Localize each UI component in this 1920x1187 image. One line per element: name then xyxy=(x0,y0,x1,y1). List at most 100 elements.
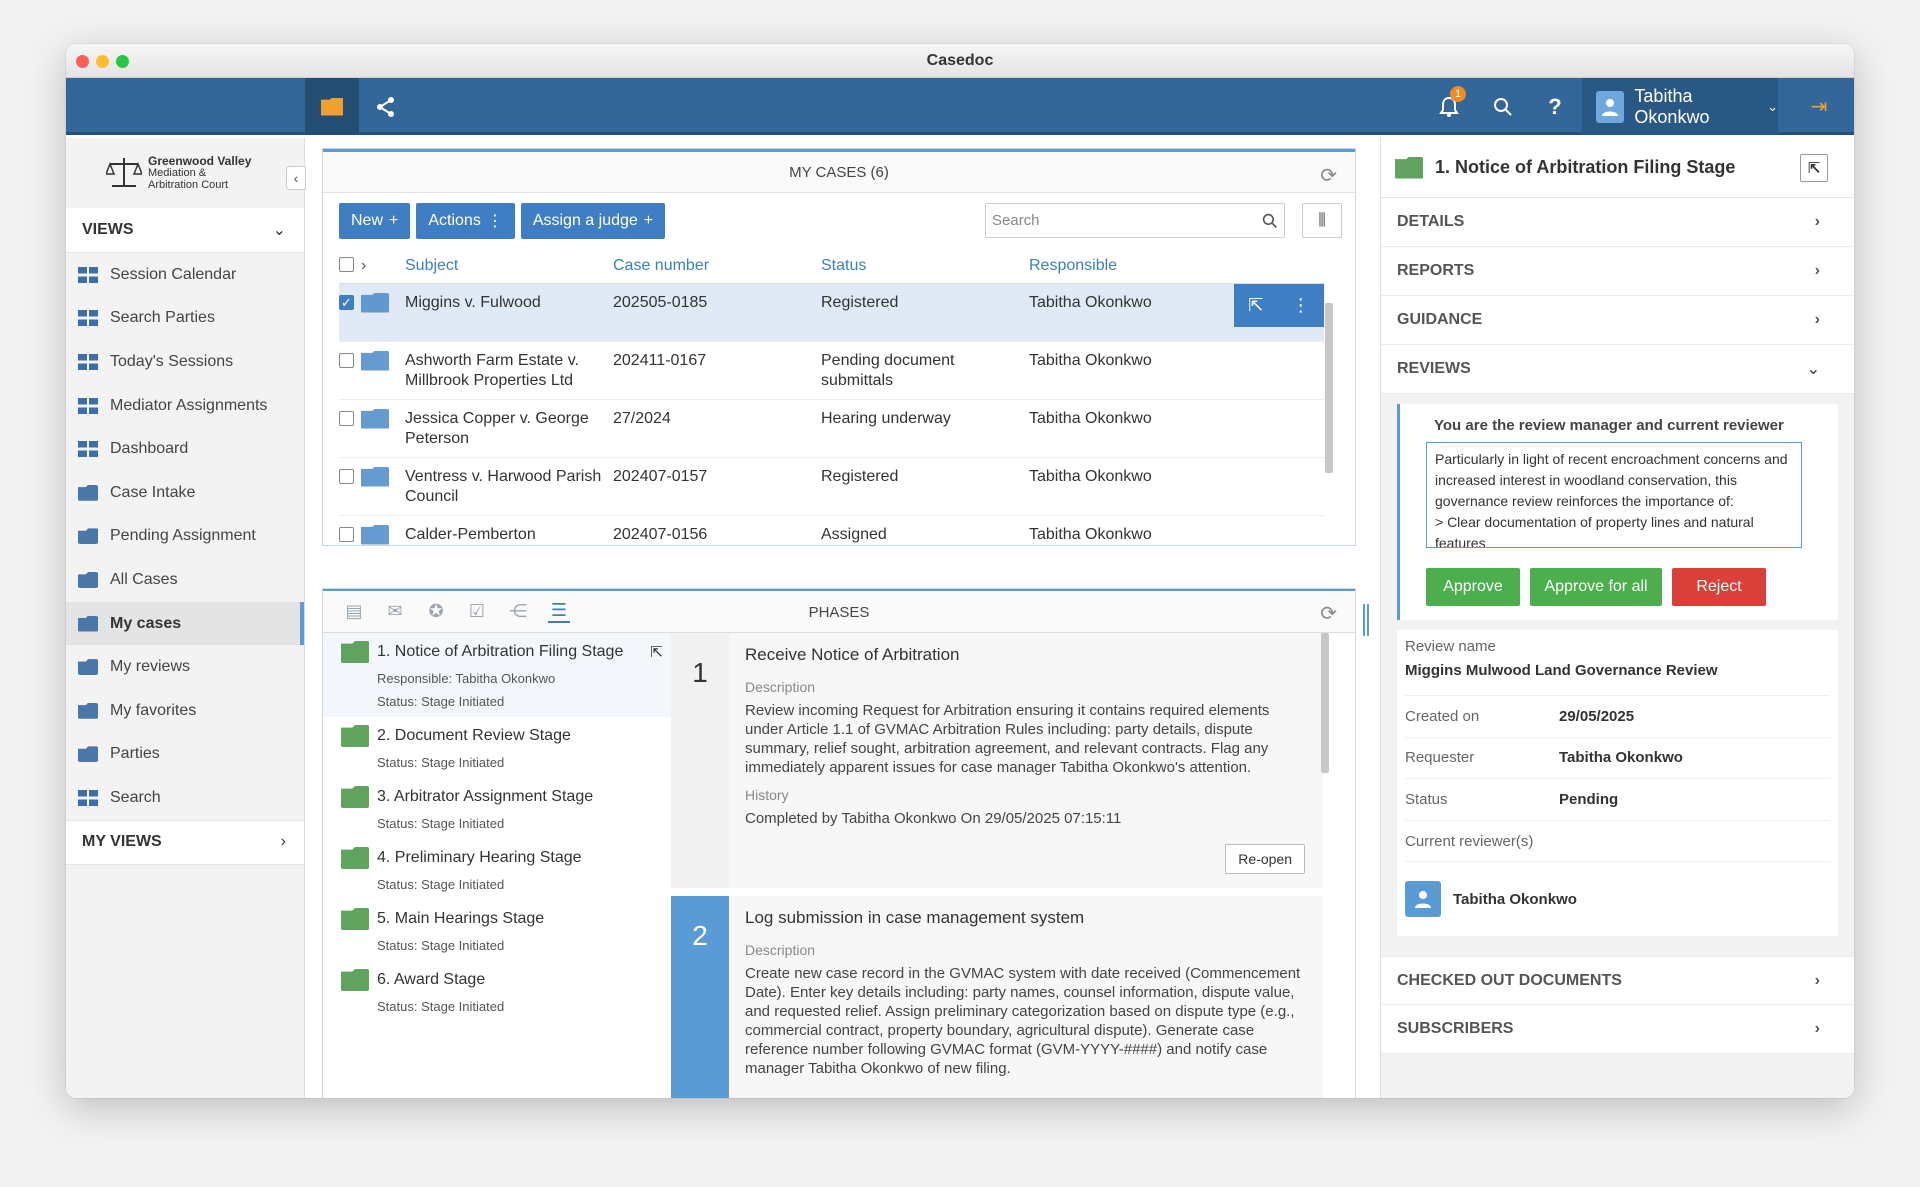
review-name-label: Review name xyxy=(1405,638,1496,655)
details-section[interactable]: DETAILS › xyxy=(1381,198,1854,247)
stage-item[interactable]: 6. Award Stage Status: Stage Initiated xyxy=(323,961,671,1022)
reports-section[interactable]: REPORTS › xyxy=(1381,247,1854,296)
user-icon xyxy=(78,659,98,676)
search-input[interactable]: Search xyxy=(985,203,1285,238)
open-external-icon[interactable]: ⇱ xyxy=(1248,295,1263,315)
phases-icon[interactable]: ☰ xyxy=(548,600,570,623)
col-subject[interactable]: Subject xyxy=(405,249,613,284)
search-button[interactable] xyxy=(1476,78,1530,135)
logout-button[interactable]: ⇥ xyxy=(1792,78,1846,135)
row-checkbox[interactable] xyxy=(339,410,354,426)
guidance-section[interactable]: GUIDANCE › xyxy=(1381,296,1854,345)
table-row[interactable]: Ventress v. Harwood Parish Council 202407… xyxy=(339,457,1324,516)
sidebar-item-all-cases[interactable]: All Cases xyxy=(66,558,304,602)
stage-folder-icon xyxy=(341,641,369,663)
cell-subject[interactable]: Calder-Pemberton xyxy=(405,515,613,545)
views-section-header[interactable]: VIEWS ⌄ xyxy=(66,208,304,253)
open-external-icon[interactable]: ⇱ xyxy=(650,643,663,661)
cell-subject[interactable]: Jessica Copper v. George Peterson xyxy=(405,399,613,458)
sidebar-item-case-intake[interactable]: Case Intake xyxy=(66,471,304,515)
documents-icon[interactable]: ▤ xyxy=(343,601,365,622)
app-window: Casedoc 1 ? Tabitha Okonkwo ⌄ ⇥ Greenwoo… xyxy=(66,44,1854,1098)
sidebar-item-label: Session Calendar xyxy=(110,265,237,283)
cell-subject[interactable]: Ventress v. Harwood Parish Council xyxy=(405,457,613,516)
sidebar-item-search-parties[interactable]: Search Parties xyxy=(66,297,304,341)
cases-scrollbar[interactable] xyxy=(1325,303,1333,473)
star-icon[interactable]: ✪ xyxy=(425,601,447,622)
sidebar-item-pending-assignment[interactable]: Pending Assignment xyxy=(66,515,304,559)
created-value: 29/05/2025 xyxy=(1559,707,1635,725)
actions-button[interactable]: Actions ⋮ xyxy=(416,203,515,239)
cases-nav-button[interactable] xyxy=(305,78,359,135)
col-case-number[interactable]: Case number xyxy=(613,249,821,284)
reviewer-item[interactable]: Tabitha Okonkwo xyxy=(1405,862,1830,936)
expand-all-icon[interactable]: › xyxy=(361,249,405,284)
sidebar-item-my-reviews[interactable]: My reviews xyxy=(66,645,304,689)
minimize-window-button[interactable] xyxy=(96,55,109,68)
notifications-button[interactable]: 1 xyxy=(1422,78,1476,135)
tasks-scrollbar[interactable] xyxy=(1321,633,1329,773)
plus-icon: + xyxy=(389,212,399,229)
user-menu[interactable]: Tabitha Okonkwo ⌄ xyxy=(1582,78,1778,135)
col-status[interactable]: Status xyxy=(821,249,1029,284)
sidebar-item-label: All Cases xyxy=(110,570,178,588)
created-row: Created on 29/05/2025 xyxy=(1405,696,1830,738)
sidebar-item-my-favorites[interactable]: My favorites xyxy=(66,689,304,733)
row-checkbox[interactable] xyxy=(339,293,354,313)
help-button[interactable]: ? xyxy=(1528,78,1582,135)
sidebar-item-label: My favorites xyxy=(110,701,197,719)
mail-icon[interactable]: ✉ xyxy=(384,601,406,622)
review-comment-textarea[interactable]: Particularly in light of recent encroach… xyxy=(1426,442,1802,548)
panel-resize-handle[interactable] xyxy=(1363,604,1369,636)
select-all-checkbox[interactable] xyxy=(339,256,354,272)
close-window-button[interactable] xyxy=(76,55,89,68)
sidebar-item-parties[interactable]: Parties xyxy=(66,733,304,777)
reviews-section[interactable]: REVIEWS ⌄ xyxy=(1381,345,1854,394)
table-row[interactable]: Miggins v. Fulwood202505-0185RegisteredT… xyxy=(339,283,1324,342)
stage-item[interactable]: 4. Preliminary Hearing Stage Status: Stag… xyxy=(323,839,671,900)
reject-button[interactable]: Reject xyxy=(1672,568,1766,606)
sidebar-item-mediator-assignments[interactable]: Mediator Assignments xyxy=(66,384,304,428)
collapse-sidebar-button[interactable]: ‹ xyxy=(286,166,306,190)
table-row[interactable]: Ashworth Farm Estate v. Millbrook Proper… xyxy=(339,341,1324,400)
row-checkbox[interactable] xyxy=(339,526,354,542)
stage-item[interactable]: 3. Arbitrator Assignment Stage Status: St… xyxy=(323,778,671,839)
refresh-icon[interactable]: ⟳ xyxy=(1320,163,1337,188)
cases-panel-header: MY CASES (6) ⟳ xyxy=(323,149,1355,193)
row-checkbox[interactable] xyxy=(339,352,354,368)
stage-item[interactable]: 2. Document Review Stage Status: Stage In… xyxy=(323,717,671,778)
approve-for-all-button[interactable]: Approve for all xyxy=(1530,568,1662,606)
cell-subject[interactable]: Ashworth Farm Estate v. Millbrook Proper… xyxy=(405,341,613,400)
stage-item[interactable]: 5. Main Hearings Stage Status: Stage Init… xyxy=(323,900,671,961)
share-icon[interactable]: ⋲ xyxy=(507,601,529,622)
zoom-window-button[interactable] xyxy=(116,55,129,68)
details-section-label: DETAILS xyxy=(1397,213,1465,230)
table-row[interactable]: Jessica Copper v. George Peterson 27/2024… xyxy=(339,399,1324,458)
stage-status: Status: Stage Initiated xyxy=(377,816,505,831)
assign-judge-button[interactable]: Assign a judge + xyxy=(520,203,666,239)
reopen-button[interactable]: Re-open xyxy=(1225,844,1305,874)
row-checkbox[interactable] xyxy=(339,468,354,484)
sidebar-item-today-s-sessions[interactable]: Today's Sessions xyxy=(66,340,304,384)
approve-button[interactable]: Approve xyxy=(1426,568,1520,606)
sidebar-item-search[interactable]: Search xyxy=(66,776,304,820)
kebab-icon[interactable]: ⋮ xyxy=(1292,295,1310,315)
task-number: 2 xyxy=(671,896,729,1098)
column-settings-button[interactable]: ⫼ xyxy=(1302,203,1342,238)
cell-subject[interactable]: Miggins v. Fulwood xyxy=(405,283,613,342)
stage-status: Status: Stage Initiated xyxy=(377,938,505,953)
sidebar-item-session-calendar[interactable]: Session Calendar xyxy=(66,253,304,297)
sidebar-item-dashboard[interactable]: Dashboard xyxy=(66,427,304,471)
open-external-icon[interactable]: ⇱ xyxy=(1800,154,1828,182)
checked-out-section[interactable]: CHECKED OUT DOCUMENTS › xyxy=(1381,956,1854,1006)
stage-item[interactable]: 1. Notice of Arbitration Filing Stage ⇱ Re… xyxy=(323,633,671,717)
subscribers-section[interactable]: SUBSCRIBERS › xyxy=(1381,1005,1854,1055)
share-nav-button[interactable] xyxy=(359,78,413,135)
new-button[interactable]: New + xyxy=(339,203,411,239)
col-responsible[interactable]: Responsible xyxy=(1029,249,1324,284)
sidebar-item-my-cases[interactable]: My cases xyxy=(66,601,304,646)
my-views-section-header[interactable]: MY VIEWS › xyxy=(66,819,304,865)
table-row[interactable]: Calder-Pemberton 202407-0156 Assigned Tabit… xyxy=(339,515,1324,545)
refresh-icon[interactable]: ⟳ xyxy=(1320,601,1337,626)
checklist-icon[interactable]: ☑ xyxy=(466,601,488,622)
